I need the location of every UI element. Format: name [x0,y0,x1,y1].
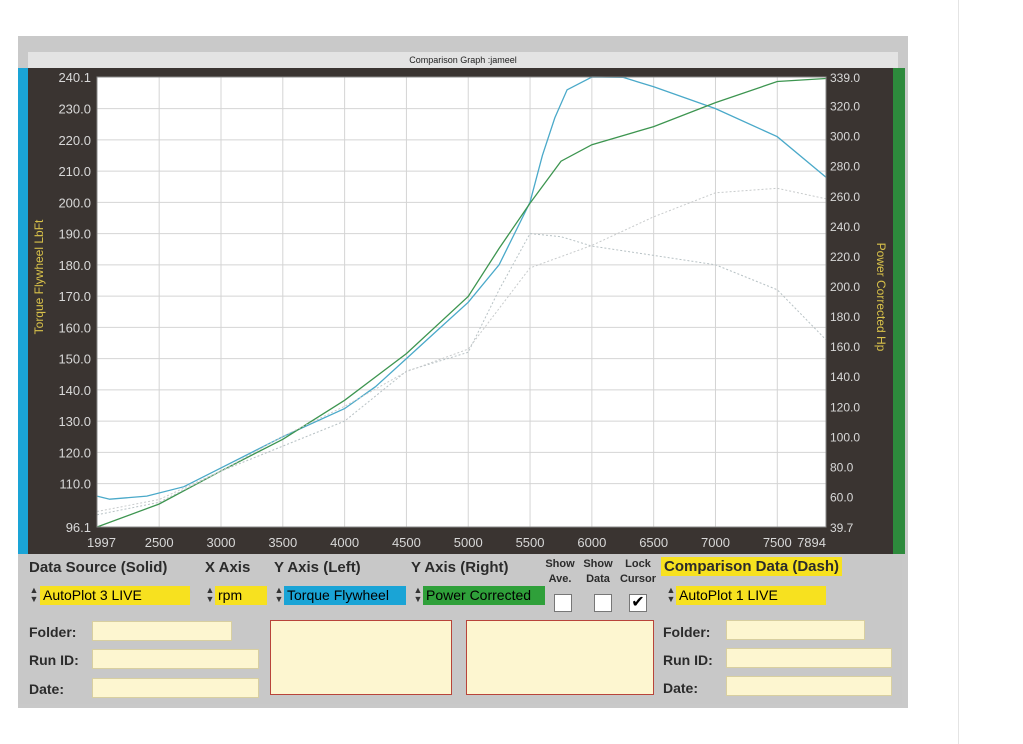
y-right-tick-label: 80.0 [830,460,854,474]
y-right-tick-label: 339.0 [830,71,860,85]
folder2-label: Folder: [663,624,711,640]
data-source-label: Data Source (Solid) [29,559,168,576]
folder2-field[interactable] [726,620,865,640]
comparison-data-select[interactable]: AutoPlot 1 LIVE [676,586,826,605]
x-tick-label: 2500 [145,535,174,550]
notes-box-solid[interactable] [270,620,452,695]
x-tick-label: 7894 [797,535,826,550]
y-left-tick-label: 170.0 [58,289,91,304]
show-data-checkbox[interactable] [594,594,612,612]
control-panel: Data Source (Solid) X Axis Y Axis (Left)… [18,554,902,704]
y-right-tick-label: 140.0 [830,370,860,384]
y-right-tick-label: 280.0 [830,160,860,174]
run-id-label: Run ID: [29,652,79,668]
date-field[interactable] [92,678,259,698]
y-left-tick-label: 160.0 [58,320,91,335]
x-tick-label: 3500 [268,535,297,550]
y-left-tick-label: 130.0 [58,414,91,429]
y-right-axis-title: Power Corrected Hp [874,243,888,352]
y-left-tick-label: 220.0 [58,133,91,148]
y-left-tick-label: 210.0 [58,164,91,179]
comparison-data-label: Comparison Data (Dash) [661,557,843,576]
y-right-tick-label: 180.0 [830,310,860,324]
x-tick-label: 7000 [701,535,730,550]
y-right-spinner-icon[interactable]: ▲ ▼ [413,586,423,605]
y-right-tick-label: 120.0 [830,400,860,414]
y-right-tick-label: 160.0 [830,340,860,354]
y-left-axis-title: Torque Flywheel LbFt [32,219,46,334]
notes-box-dash[interactable] [466,620,654,695]
y-axis-right-select[interactable]: Power Corrected [423,586,545,605]
x-tick-label: 1997 [87,535,116,550]
x-tick-label: 6500 [639,535,668,550]
x-tick-label: 5500 [516,535,545,550]
y-right-tick-label: 240.0 [830,220,860,234]
lock-cursor-checkbox[interactable]: ✔ [629,594,647,612]
comparison-chart[interactable]: 1997 2500 3000 3500 4000 4500 5000 5500 6000 6500… [28,68,893,554]
y-right-tick-label: 300.0 [830,130,860,144]
y-axis-right-label: Y Axis (Right) [411,559,509,576]
left-axis-color-strip [18,68,28,554]
y-left-tick-label: 150.0 [58,352,91,367]
data-source-spinner-icon[interactable]: ▲ ▼ [29,586,39,605]
scan-edge [958,0,959,744]
date2-label: Date: [663,680,699,696]
y-axis-left-label: Y Axis (Left) [274,559,361,576]
show-ave-checkbox[interactable] [554,594,572,612]
y-right-tick-label: 220.0 [830,250,860,264]
y-left-tick-label: 230.0 [58,102,91,117]
x-tick-label: 4000 [330,535,359,550]
run-id-field[interactable] [92,649,259,669]
x-axis-spinner-icon[interactable]: ▲ ▼ [205,586,215,605]
y-right-tick-label: 200.0 [830,280,860,294]
y-right-tick-label: 100.0 [830,430,860,444]
y-left-tick-label: 200.0 [58,195,91,210]
show-data-label: Show Data [583,558,613,585]
date-label: Date: [29,681,65,697]
run-id2-field[interactable] [726,648,892,668]
checkmark-icon: ✔ [631,594,645,611]
y-right-tick-label: 60.0 [830,490,854,504]
comparison-spinner-icon[interactable]: ▲ ▼ [666,586,676,605]
x-axis-label: X Axis [205,559,251,576]
lock-cursor-label: Lock Cursor [619,558,657,585]
y-left-tick-label: 140.0 [58,383,91,398]
show-ave-label: Show Ave. [545,558,575,585]
x-tick-label: 5000 [454,535,483,550]
x-axis-select[interactable]: rpm [215,586,267,605]
x-tick-label: 3000 [207,535,236,550]
y-axis-left-select[interactable]: Torque Flywheel [284,586,406,605]
y-right-tick-label: 260.0 [830,190,860,204]
x-tick-label: 7500 [763,535,792,550]
y-left-tick-label: 190.0 [58,227,91,242]
y-left-tick-label: 110.0 [59,477,91,492]
y-left-tick-label: 240.1 [58,70,91,85]
folder-label: Folder: [29,624,77,640]
y-left-tick-label: 96.1 [66,520,91,535]
y-right-tick-label: 320.0 [830,100,860,114]
y-right-tick-label: 39.7 [830,521,854,535]
right-axis-color-strip [893,68,905,554]
run-id2-label: Run ID: [663,652,713,668]
x-tick-label: 4500 [392,535,421,550]
folder-field[interactable] [92,621,232,641]
x-tick-label: 6000 [577,535,606,550]
y-left-spinner-icon[interactable]: ▲ ▼ [274,586,284,605]
data-source-select[interactable]: AutoPlot 3 LIVE [40,586,190,605]
y-left-tick-label: 120.0 [58,445,91,460]
y-left-tick-label: 180.0 [58,258,91,273]
date2-field[interactable] [726,676,892,696]
